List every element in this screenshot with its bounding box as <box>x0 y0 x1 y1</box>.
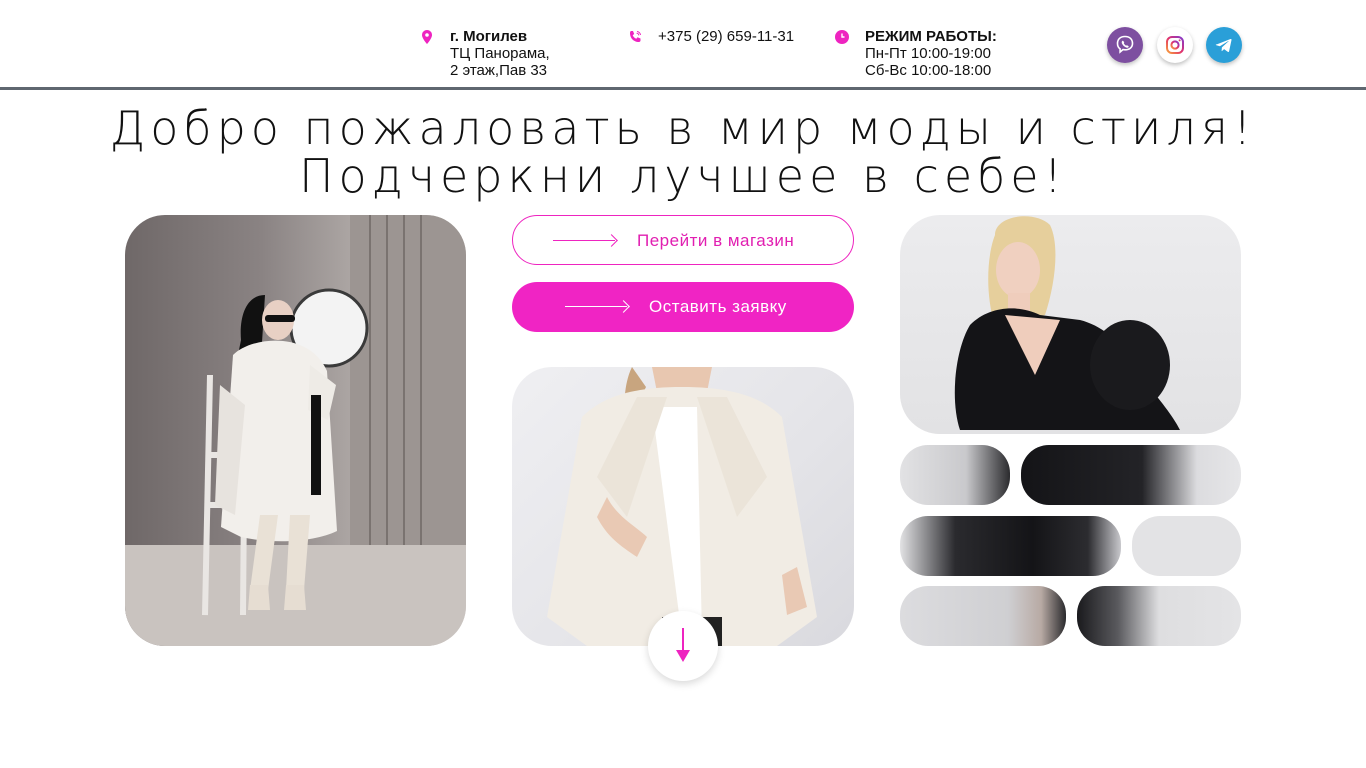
phone-number[interactable]: +375 (29) 659-11-31 <box>658 28 794 45</box>
go-to-shop-label: Перейти в магазин <box>637 231 795 250</box>
telegram-link[interactable] <box>1206 27 1242 63</box>
map-pin-icon <box>422 30 432 44</box>
viber-link[interactable] <box>1107 27 1143 63</box>
address-line1: ТЦ Панорама, <box>450 45 550 62</box>
go-to-shop-button[interactable]: Перейти в магазин <box>512 215 854 265</box>
photo-sheepskin-jacket-illustration <box>547 367 817 646</box>
arrow-down-icon <box>676 628 690 662</box>
scroll-down-button[interactable] <box>648 611 718 681</box>
hours-weekend: Сб-Вс 10:00-18:00 <box>865 62 992 79</box>
dress-tile-5 <box>900 586 1066 646</box>
hero-title-line1: Добро пожаловать в мир моды и стиля! <box>109 101 1257 155</box>
phone-block[interactable]: +375 (29) 659-11-31 <box>630 28 794 45</box>
address-line2: 2 этаж,Пав 33 <box>450 62 548 79</box>
leave-request-label: Оставить заявку <box>649 297 787 316</box>
hero-title-line2: Подчеркни лучшее в себе! <box>298 149 1068 203</box>
clock-icon <box>835 30 849 44</box>
arrow-right-icon <box>553 240 615 241</box>
dress-tile-4 <box>1132 516 1241 576</box>
photo-black-dress <box>900 215 1241 434</box>
instagram-link[interactable] <box>1157 27 1193 63</box>
hours-block: РЕЖИМ РАБОТЫ: Пн-Пт 10:00-19:00 Сб-Вс 10… <box>835 28 997 79</box>
dress-tile-2 <box>1021 445 1241 505</box>
hours-label: РЕЖИМ РАБОТЫ: <box>865 28 997 45</box>
photo-white-coat-illustration <box>125 215 466 646</box>
photo-black-dress-illustration <box>954 216 1180 430</box>
hero-title: Добро пожаловать в мир моды и стиля! Под… <box>0 104 1366 200</box>
site-header: г. Могилев ТЦ Панорама, 2 этаж,Пав 33 +3… <box>0 0 1366 90</box>
telegram-icon <box>1215 38 1232 52</box>
instagram-icon <box>1166 36 1184 54</box>
address-city: г. Могилев <box>450 28 528 45</box>
photo-sheepskin-jacket <box>512 367 854 646</box>
dress-tile-3 <box>900 516 1121 576</box>
arrow-right-icon <box>565 306 627 307</box>
dress-tile-6 <box>1077 586 1241 646</box>
viber-icon <box>1116 35 1134 54</box>
phone-icon <box>630 31 641 42</box>
photo-white-coat <box>125 215 466 646</box>
page: г. Могилев ТЦ Панорама, 2 этаж,Пав 33 +3… <box>0 0 1366 768</box>
leave-request-button[interactable]: Оставить заявку <box>512 282 854 332</box>
hours-weekdays: Пн-Пт 10:00-19:00 <box>865 45 991 62</box>
dress-tile-1 <box>900 445 1010 505</box>
address-block: г. Могилев ТЦ Панорама, 2 этаж,Пав 33 <box>422 28 550 79</box>
